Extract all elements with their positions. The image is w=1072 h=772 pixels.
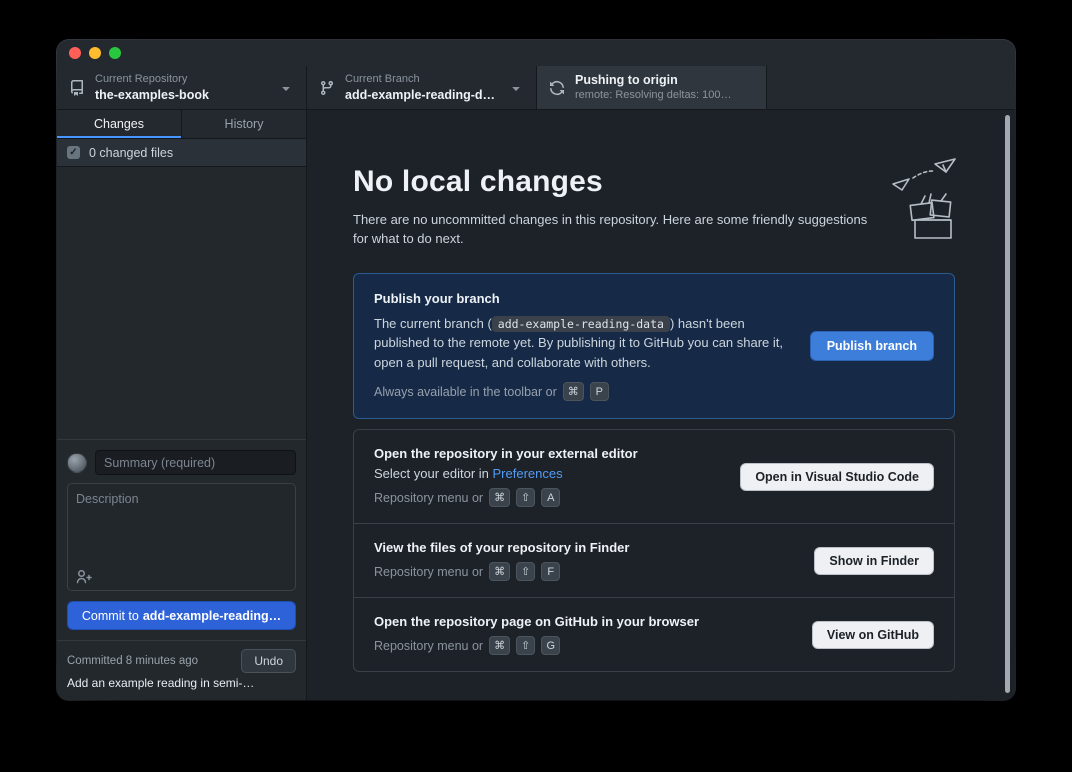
no-changes-illustration <box>863 156 959 247</box>
cmd-key: ⌘ <box>489 636 510 655</box>
repository-label: Current Repository <box>95 72 270 86</box>
commit-description-input[interactable] <box>68 484 295 560</box>
push-origin-button[interactable]: Pushing to origin remote: Resolving delt… <box>537 66 767 109</box>
publish-shortcut-hint: Always available in the toolbar or ⌘ P <box>374 382 792 401</box>
cmd-key: ⌘ <box>489 488 510 507</box>
undo-button[interactable]: Undo <box>241 649 296 673</box>
p-key: P <box>590 382 609 401</box>
push-status-detail: remote: Resolving deltas: 100… <box>575 88 754 102</box>
cmd-key: ⌘ <box>563 382 584 401</box>
git-branch-icon <box>319 80 335 96</box>
changed-files-list <box>57 167 306 439</box>
repo-icon <box>69 80 85 96</box>
avatar <box>67 453 87 473</box>
titlebar <box>57 40 1015 66</box>
g-key: G <box>541 636 560 655</box>
page-subtitle: There are no uncommitted changes in this… <box>353 211 868 249</box>
shift-key: ⇧ <box>516 636 535 655</box>
close-button[interactable] <box>69 47 81 59</box>
show-in-finder-button[interactable]: Show in Finder <box>814 547 934 575</box>
f-key: F <box>541 562 560 581</box>
open-in-editor-button[interactable]: Open in Visual Studio Code <box>740 463 934 491</box>
publish-body: The current branch (add-example-reading-… <box>374 314 792 373</box>
chevron-down-icon <box>508 80 524 96</box>
suggestion-view-on-github: Open the repository page on GitHub in yo… <box>354 597 954 671</box>
sidebar: Changes History ✓ 0 changed files <box>57 110 307 700</box>
tab-changes[interactable]: Changes <box>57 110 181 138</box>
commit-form: Commit to add-example-reading… <box>57 439 306 640</box>
cmd-key: ⌘ <box>489 562 510 581</box>
scrollbar[interactable] <box>1005 115 1010 693</box>
branch-label: Current Branch <box>345 72 500 86</box>
commit-description-box <box>67 483 296 591</box>
push-status-title: Pushing to origin <box>575 72 754 88</box>
publish-branch-panel: Publish your branch The current branch (… <box>353 273 955 420</box>
publish-title: Publish your branch <box>374 291 792 306</box>
chevron-down-icon <box>278 80 294 96</box>
toolbar: Current Repository the-examples-book Cur… <box>57 66 1015 110</box>
tab-history[interactable]: History <box>181 110 306 138</box>
sidebar-tabs: Changes History <box>57 110 306 139</box>
commit-summary-input[interactable] <box>95 450 296 475</box>
suggestions-list: Open the repository in your external edi… <box>353 429 955 672</box>
github-desktop-window: Current Repository the-examples-book Cur… <box>57 40 1015 700</box>
suggestion-show-in-finder: View the files of your repository in Fin… <box>354 523 954 597</box>
undo-commit-section: Committed 8 minutes ago Undo Add an exam… <box>57 640 306 700</box>
last-commit-message: Add an example reading in semi-… <box>67 676 296 690</box>
add-coauthor-icon[interactable] <box>76 568 92 584</box>
changed-files-header: ✓ 0 changed files <box>57 139 306 167</box>
a-key: A <box>541 488 560 507</box>
repository-name: the-examples-book <box>95 87 270 103</box>
blank-slate-panel: No local changes There are no uncommitte… <box>307 110 1015 700</box>
zoom-button[interactable] <box>109 47 121 59</box>
committed-ago-label: Committed 8 minutes ago <box>67 655 198 667</box>
select-all-checkbox[interactable]: ✓ <box>67 146 80 159</box>
repository-selector[interactable]: Current Repository the-examples-book <box>57 66 307 109</box>
branch-name: add-example-reading-d… <box>345 87 500 103</box>
publish-branch-button[interactable]: Publish branch <box>810 331 934 361</box>
branch-selector[interactable]: Current Branch add-example-reading-d… <box>307 66 537 109</box>
sync-icon <box>549 80 565 96</box>
traffic-lights <box>69 47 121 59</box>
branch-name-chip: add-example-reading-data <box>492 316 670 332</box>
shift-key: ⇧ <box>516 488 535 507</box>
changed-files-count: 0 changed files <box>89 146 173 160</box>
minimize-button[interactable] <box>89 47 101 59</box>
view-on-github-button[interactable]: View on GitHub <box>812 621 934 649</box>
commit-button[interactable]: Commit to add-example-reading… <box>67 601 296 630</box>
suggestion-open-editor: Open the repository in your external edi… <box>354 430 954 523</box>
shift-key: ⇧ <box>516 562 535 581</box>
preferences-link[interactable]: Preferences <box>493 466 563 481</box>
